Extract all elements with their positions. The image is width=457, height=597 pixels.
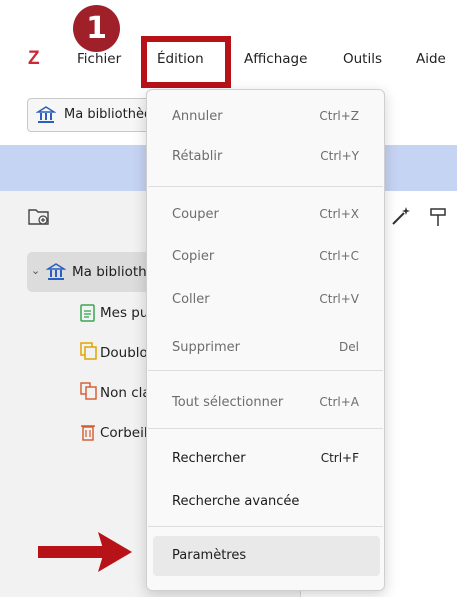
menu-outils[interactable]: Outils [343, 51, 382, 67]
trash-icon [80, 423, 96, 445]
library-icon [45, 262, 67, 286]
magic-wand-icon[interactable] [390, 205, 412, 231]
shortcut-label: Ctrl+V [319, 292, 359, 306]
publications-icon [80, 304, 96, 326]
menu-item-settings[interactable]: Paramètres [153, 536, 380, 576]
menu-item-find[interactable]: Rechercher Ctrl+F [147, 445, 384, 475]
shortcut-label: Del [339, 340, 359, 354]
zotero-logo: Z [28, 48, 40, 69]
arrow-right-icon [38, 531, 134, 577]
edition-highlight-box [141, 36, 231, 88]
menu-item-cut[interactable]: Couper Ctrl+X [147, 201, 384, 231]
unfiled-icon [80, 382, 98, 404]
chevron-down-icon[interactable]: ⌄ [31, 264, 40, 277]
menu-item-label: Couper [172, 207, 219, 222]
duplicates-icon [80, 342, 98, 364]
menu-item-label: Coller [172, 292, 210, 307]
menu-item-label: Paramètres [172, 548, 247, 563]
menu-item-label: Recherche avancée [172, 494, 300, 509]
edit-menu-dropdown: Annuler Ctrl+Z Rétablir Ctrl+Y Couper Ct… [146, 89, 385, 591]
menu-item-label: Supprimer [172, 340, 240, 355]
shortcut-label: Ctrl+A [319, 395, 359, 409]
shortcut-label: Ctrl+Y [320, 149, 359, 163]
shortcut-label: Ctrl+F [320, 451, 359, 465]
shortcut-label: Ctrl+X [319, 207, 359, 221]
attachment-icon[interactable] [428, 206, 448, 232]
menu-item-label: Tout sélectionner [172, 395, 284, 410]
menu-item-label: Copier [172, 249, 215, 264]
menu-bar: Z Fichier Édition Affichage Outils Aide … [0, 0, 457, 90]
menu-aide[interactable]: Aide [416, 51, 446, 67]
menu-item-redo[interactable]: Rétablir Ctrl+Y [147, 143, 384, 173]
new-collection-icon[interactable] [28, 206, 50, 230]
menu-item-advanced-search[interactable]: Recherche avancée [147, 488, 384, 518]
step-number-badge: 1 [73, 5, 120, 52]
shortcut-label: Ctrl+C [319, 249, 359, 263]
menu-item-delete[interactable]: Supprimer Del [147, 334, 384, 364]
menu-separator [148, 186, 383, 187]
menu-separator [148, 526, 383, 527]
menu-item-label: Rétablir [172, 149, 223, 164]
menu-item-copy[interactable]: Copier Ctrl+C [147, 243, 384, 273]
menu-item-paste[interactable]: Coller Ctrl+V [147, 286, 384, 316]
menu-item-label: Rechercher [172, 451, 246, 466]
menu-fichier[interactable]: Fichier [77, 51, 121, 67]
menu-item-undo[interactable]: Annuler Ctrl+Z [147, 103, 384, 133]
menu-separator [148, 370, 383, 371]
menu-item-label: Annuler [172, 109, 223, 124]
shortcut-label: Ctrl+Z [319, 109, 359, 123]
library-icon [35, 105, 57, 129]
menu-affichage[interactable]: Affichage [244, 51, 307, 67]
menu-item-select-all[interactable]: Tout sélectionner Ctrl+A [147, 389, 384, 419]
menu-separator [148, 428, 383, 429]
